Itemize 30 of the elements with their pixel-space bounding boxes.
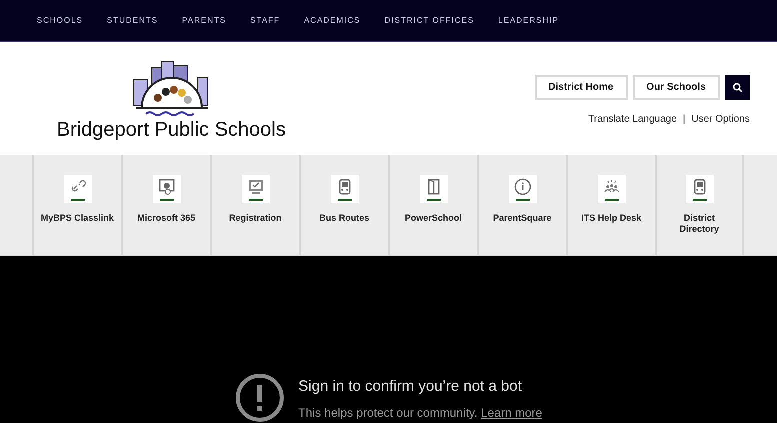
info-icon xyxy=(512,177,532,197)
notice-message: This helps protect our community. xyxy=(298,406,478,420)
utility-link[interactable]: User Options xyxy=(692,112,750,127)
search-button[interactable] xyxy=(725,75,750,100)
screen-icon xyxy=(156,177,176,197)
quick-link-tile[interactable]: District Directory xyxy=(655,155,744,255)
tile-label: MyBPS Classlink xyxy=(40,213,116,224)
utility-link[interactable]: Translate Language xyxy=(588,112,678,127)
tile-label: Registration xyxy=(228,213,283,224)
separator: | xyxy=(683,113,686,127)
nav-link[interactable]: SCHOOLS xyxy=(37,14,84,26)
nav-link[interactable]: PARENTS xyxy=(182,14,226,26)
header-button[interactable]: Our Schools xyxy=(632,75,720,100)
site-title[interactable]: Bridgeport Public Schools xyxy=(56,120,286,140)
tile-label: ParentSquare xyxy=(492,213,553,224)
tile-label: Microsoft 365 xyxy=(136,213,197,224)
nav-link[interactable]: ACADEMICS xyxy=(304,14,361,26)
nav-link[interactable]: STAFF xyxy=(250,14,280,26)
tile-label: PowerSchool xyxy=(404,213,463,224)
tile-label: ITS Help Desk xyxy=(580,213,643,224)
tile-label: Bus Routes xyxy=(318,213,370,224)
learn-more-link[interactable]: Learn more xyxy=(481,406,542,420)
nav-link[interactable]: DISTRICT OFFICES xyxy=(384,14,474,26)
nav-link[interactable]: LEADERSHIP xyxy=(498,14,560,26)
warning-icon xyxy=(234,373,285,423)
notice-title: Sign in to confirm you’re not a bot xyxy=(298,377,524,397)
search-icon xyxy=(732,82,742,92)
tile-label: District Directory xyxy=(678,213,720,235)
nav-link[interactable]: STUDENTS xyxy=(107,14,158,26)
header-button[interactable]: District Home xyxy=(534,75,628,100)
